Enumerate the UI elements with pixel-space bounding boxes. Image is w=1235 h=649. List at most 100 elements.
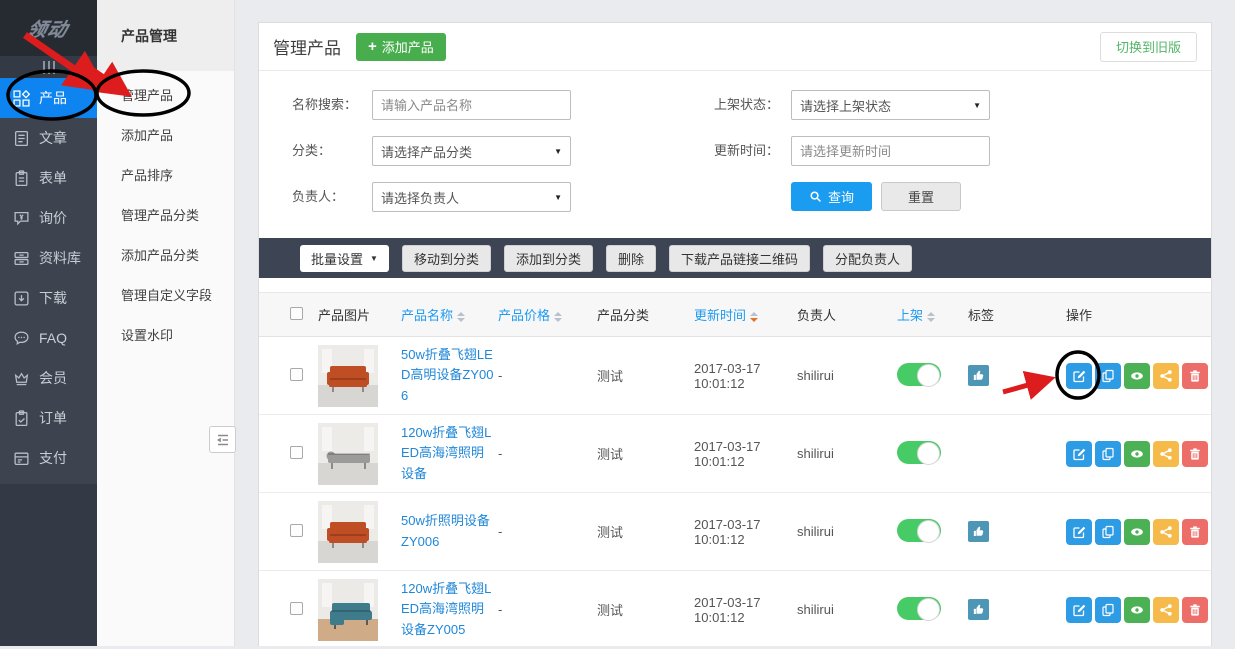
delete-row-button[interactable] — [1182, 519, 1208, 545]
update-time-input[interactable] — [791, 136, 990, 166]
sidebar-item-orders[interactable]: 订单 — [0, 398, 97, 438]
sidebar-item-label: 文章 — [39, 128, 67, 148]
share-button[interactable] — [1153, 363, 1179, 389]
sidebar-item-payments[interactable]: 支付 — [0, 438, 97, 478]
filter-panel: 名称搜索： 分类： 请选择产品分类 ▼ 负责人： 请选择负责人 ▼ 上架状态： … — [259, 71, 1211, 238]
copy-button[interactable] — [1095, 441, 1121, 467]
col-header-tags: 标签 — [957, 293, 1025, 337]
owner-select[interactable]: 请选择负责人 ▼ — [372, 182, 571, 212]
product-owner: shilirui — [797, 493, 882, 571]
preview-button[interactable] — [1124, 363, 1150, 389]
share-button[interactable] — [1153, 519, 1179, 545]
sidebar-item-members[interactable]: 会员 — [0, 358, 97, 398]
order-icon — [13, 410, 30, 427]
sidebar-item-faq[interactable]: FAQ — [0, 318, 97, 358]
move-to-category-button[interactable]: 移动到分类 — [402, 245, 491, 272]
row-checkbox[interactable] — [290, 368, 303, 381]
sidebar-item-library[interactable]: 资料库 — [0, 238, 97, 278]
product-image[interactable] — [318, 579, 378, 641]
sort-carets-icon — [554, 312, 562, 322]
listed-toggle[interactable] — [897, 363, 941, 386]
sort-carets-icon — [927, 312, 935, 322]
sidebar-item-forms[interactable]: 表单 — [0, 158, 97, 198]
assign-owner-button[interactable]: 分配负责人 — [823, 245, 912, 272]
listed-toggle[interactable] — [897, 441, 941, 464]
row-checkbox[interactable] — [290, 602, 303, 615]
edit-button[interactable] — [1066, 597, 1092, 623]
submenu-item-add-category[interactable]: 添加产品分类 — [97, 236, 234, 276]
delete-button[interactable]: 删除 — [606, 245, 656, 272]
sidebar-item-label: FAQ — [39, 330, 67, 346]
edit-button[interactable] — [1066, 441, 1092, 467]
bulk-settings-dropdown[interactable]: 批量设置 ▼ — [300, 245, 389, 272]
preview-button[interactable] — [1124, 519, 1150, 545]
add-product-button[interactable]: + 添加产品 — [356, 33, 446, 61]
status-select[interactable]: 请选择上架状态 ▼ — [791, 90, 990, 120]
preview-button[interactable] — [1124, 597, 1150, 623]
submenu-item-watermark[interactable]: 设置水印 — [97, 316, 234, 356]
download-icon — [13, 290, 30, 307]
product-image[interactable] — [318, 501, 378, 563]
edit-button[interactable] — [1066, 363, 1092, 389]
reset-button[interactable]: 重置 — [881, 182, 961, 211]
status-label: 上架状态： — [714, 90, 779, 120]
thumbs-up-tag[interactable] — [968, 365, 989, 386]
product-image[interactable] — [318, 345, 378, 407]
app-logo[interactable]: 领动 — [0, 0, 97, 56]
listed-toggle[interactable] — [897, 519, 941, 542]
share-button[interactable] — [1153, 441, 1179, 467]
preview-button[interactable] — [1124, 441, 1150, 467]
submenu-item-custom-fields[interactable]: 管理自定义字段 — [97, 276, 234, 316]
submenu-collapse-button[interactable] — [209, 426, 236, 453]
sidebar-item-products[interactable]: 产品 — [0, 78, 97, 118]
edit-icon — [1072, 525, 1086, 539]
col-header-listed-sort[interactable]: 上架 — [882, 293, 957, 337]
edit-icon — [1072, 447, 1086, 461]
select-all-checkbox[interactable] — [290, 307, 303, 320]
switch-to-old-version-button[interactable]: 切换到旧版 — [1100, 32, 1197, 62]
category-select[interactable]: 请选择产品分类 ▼ — [372, 136, 571, 166]
listed-toggle[interactable] — [897, 597, 941, 620]
product-name-link[interactable]: 50w折叠飞翅LED高明设备ZY006 — [401, 345, 497, 405]
col-header-updated-sort[interactable]: 更新时间 — [694, 293, 797, 337]
edit-button[interactable] — [1066, 519, 1092, 545]
submenu-item-manage-categories[interactable]: 管理产品分类 — [97, 196, 234, 236]
download-qrcode-button[interactable]: 下载产品链接二维码 — [669, 245, 810, 272]
product-name-link[interactable]: 120w折叠飞翅LED高海湾照明设备ZY005 — [401, 579, 497, 639]
row-checkbox[interactable] — [290, 446, 303, 459]
col-header-price-sort[interactable]: 产品价格 — [498, 293, 597, 337]
eye-icon — [1130, 369, 1144, 383]
name-search-input[interactable] — [372, 90, 571, 120]
thumbs-up-tag[interactable] — [968, 521, 989, 542]
product-table: 产品图片 产品名称 产品价格 产品分类 更新时间 负责人 上架 标签 操作 — [259, 292, 1211, 649]
delete-row-button[interactable] — [1182, 441, 1208, 467]
copy-button[interactable] — [1095, 597, 1121, 623]
sidebar-item-articles[interactable]: 文章 — [0, 118, 97, 158]
card-header: 管理产品 + 添加产品 切换到旧版 — [259, 23, 1211, 71]
copy-button[interactable] — [1095, 363, 1121, 389]
content-card: 管理产品 + 添加产品 切换到旧版 名称搜索： 分类： 请选择产品分类 ▼ 负责… — [258, 22, 1212, 646]
delete-row-button[interactable] — [1182, 597, 1208, 623]
thumbs-up-tag[interactable] — [968, 599, 989, 620]
col-header-name-sort[interactable]: 产品名称 — [401, 293, 498, 337]
product-name-link[interactable]: 50w折照明设备ZY006 — [401, 511, 497, 551]
delete-row-button[interactable] — [1182, 363, 1208, 389]
submenu-item-manage-products[interactable]: 管理产品 — [97, 76, 234, 116]
product-owner: shilirui — [797, 571, 882, 649]
secondary-sidebar: 产品管理 管理产品 添加产品 产品排序 管理产品分类 添加产品分类 管理自定义字… — [97, 0, 235, 646]
sidebar-item-inquiry[interactable]: 询价 — [0, 198, 97, 238]
product-image[interactable] — [318, 423, 378, 485]
add-to-category-button[interactable]: 添加到分类 — [504, 245, 593, 272]
sidebar-item-downloads[interactable]: 下载 — [0, 278, 97, 318]
share-button[interactable] — [1153, 597, 1179, 623]
sort-carets-icon — [750, 312, 758, 322]
sidebar-item-label: 订单 — [39, 408, 67, 428]
query-button[interactable]: 查询 — [791, 182, 872, 211]
submenu-item-add-product[interactable]: 添加产品 — [97, 116, 234, 156]
row-checkbox[interactable] — [290, 524, 303, 537]
eye-icon — [1130, 525, 1144, 539]
sidebar-collapse-handle[interactable] — [0, 56, 97, 78]
copy-button[interactable] — [1095, 519, 1121, 545]
product-name-link[interactable]: 120w折叠飞翅LED高海湾照明设备 — [401, 423, 497, 483]
submenu-item-product-sort[interactable]: 产品排序 — [97, 156, 234, 196]
